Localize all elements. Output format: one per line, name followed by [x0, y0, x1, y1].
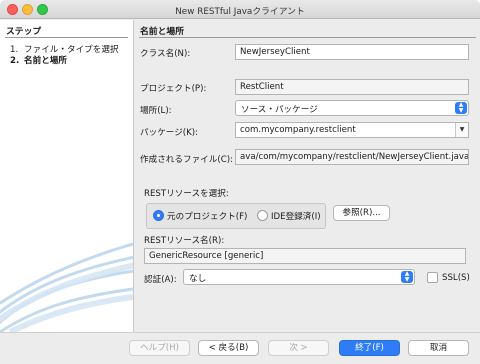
location-select[interactable]: ソース・パッケージ ▲ ▼: [235, 100, 469, 116]
up-down-chevron-icon: ▲ ▼: [455, 102, 467, 114]
auth-label: 認証(A):: [144, 275, 177, 285]
button-bar: ヘルプ(H) < 戻る(B) 次 > 終了(F) 取消: [0, 332, 480, 364]
steps-heading: ステップ: [6, 27, 42, 37]
rest-resource-name-field[interactable]: GenericResource [generic]: [144, 248, 466, 264]
step-number: 2.: [10, 56, 20, 66]
radio-ide-registered-label[interactable]: IDE登録済(I): [271, 210, 321, 222]
radio-original-project[interactable]: [153, 210, 164, 221]
rest-source-label: RESTリソースを選択:: [144, 189, 229, 199]
window-title: New RESTful Javaクライアント: [175, 7, 305, 17]
step-label: 名前と場所: [24, 56, 67, 66]
finish-button[interactable]: 終了(F): [339, 340, 400, 356]
cancel-button[interactable]: 取消: [408, 340, 469, 356]
project-field[interactable]: RestClient: [235, 79, 469, 95]
dialog-window: New RESTful Javaクライアント ステップ 1. ファイル・タイプを選…: [0, 0, 480, 364]
panel-divider: [139, 37, 476, 38]
package-combo[interactable]: com.mycompany.restclient ▼: [235, 122, 469, 138]
ssl-checkbox[interactable]: [427, 272, 438, 283]
class-name-label: クラス名(N):: [140, 49, 191, 59]
panel-heading: 名前と場所: [140, 27, 184, 37]
rest-resource-name-label: RESTリソース名(R):: [144, 236, 225, 246]
auth-value: なし: [189, 274, 207, 284]
class-name-field[interactable]: NewJerseyClient: [235, 44, 469, 60]
location-value: ソース・パッケージ: [241, 105, 318, 115]
up-down-chevron-icon: ▲ ▼: [401, 271, 413, 283]
auth-select[interactable]: なし ▲ ▼: [183, 269, 415, 285]
browse-button[interactable]: 参照(R)...: [333, 205, 390, 221]
swoosh-decoration: [0, 242, 133, 332]
back-button[interactable]: < 戻る(B): [198, 340, 259, 356]
radio-ide-registered[interactable]: [257, 210, 268, 221]
next-button[interactable]: 次 >: [268, 340, 329, 356]
ssl-label[interactable]: SSL(S): [442, 273, 470, 283]
created-file-field[interactable]: ava/com/mycompany/restclient/NewJerseyCl…: [235, 149, 469, 165]
project-label: プロジェクト(P):: [140, 84, 207, 94]
title-bar: New RESTful Javaクライアント: [0, 0, 480, 19]
dropdown-triangle-icon: ▼: [455, 123, 468, 137]
help-button[interactable]: ヘルプ(H): [129, 340, 190, 356]
step-item-2: 2. 名前と場所: [10, 54, 67, 66]
steps-divider: [5, 37, 128, 38]
name-location-panel: 名前と場所 クラス名(N): NewJerseyClient プロジェクト(P)…: [135, 20, 480, 332]
location-label: 場所(L):: [140, 106, 172, 116]
created-file-label: 作成されるファイル(C):: [140, 155, 233, 165]
steps-panel: ステップ 1. ファイル・タイプを選択 2. 名前と場所: [0, 20, 134, 332]
package-label: パッケージ(K):: [140, 128, 199, 138]
radio-original-project-label[interactable]: 元のプロジェクト(F): [167, 210, 247, 222]
rest-source-group: 元のプロジェクト(F) IDE登録済(I): [146, 203, 326, 229]
package-value: com.mycompany.restclient: [240, 125, 356, 135]
